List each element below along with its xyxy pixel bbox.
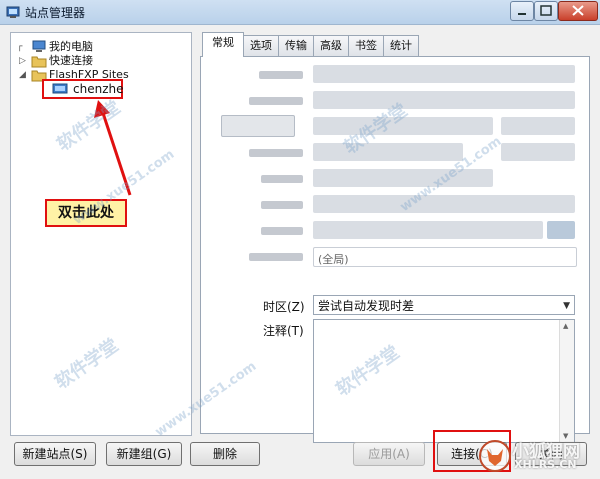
timezone-select[interactable]: 尝试自动发现时差 ▼ xyxy=(313,295,575,315)
obscured-label xyxy=(249,149,303,157)
dropdown-arrow-icon: ▼ xyxy=(563,301,570,311)
tab-options[interactable]: 选项 xyxy=(243,35,279,56)
obscured-label xyxy=(261,201,303,209)
partial-field-value: (全局) xyxy=(318,253,349,266)
tab-advanced[interactable]: 高级 xyxy=(313,35,349,56)
logo-subtitle: XHLRS.CN xyxy=(514,458,577,471)
tab-general[interactable]: 常规 xyxy=(202,32,244,57)
site-manager-window: 站点管理器 ┌ 我的电脑 ▷ 快速连接 ◢ FlashFXP Sites che… xyxy=(0,0,600,479)
tab-statistics[interactable]: 统计 xyxy=(383,35,419,56)
obscured-field xyxy=(313,65,575,83)
timezone-value: 尝试自动发现时差 xyxy=(318,299,415,313)
obscured-field xyxy=(313,91,575,109)
obscured-label xyxy=(249,253,303,261)
obscured-field xyxy=(501,117,575,135)
scroll-up-icon[interactable]: ▲ xyxy=(563,322,568,330)
obscured-label xyxy=(261,175,303,183)
obscured-field xyxy=(313,195,575,213)
tab-bar: 常规 选项 传输 高级 书签 统计 xyxy=(200,32,590,57)
corner-watermark-logo: 小狐狸网 XHLRS.CN xyxy=(478,436,596,476)
apply-button[interactable]: 应用(A) xyxy=(353,442,425,466)
obscured-label xyxy=(261,227,303,235)
tab-bookmarks[interactable]: 书签 xyxy=(348,35,384,56)
fox-logo-icon xyxy=(479,440,511,472)
obscured-button xyxy=(221,115,295,137)
new-group-button[interactable]: 新建组(G) xyxy=(106,442,182,466)
notes-label: 注释(T) xyxy=(263,324,304,338)
obscured-label xyxy=(259,71,303,79)
delete-button[interactable]: 删除 xyxy=(190,442,260,466)
general-tab-content: (全局) 时区(Z) 尝试自动发现时差 ▼ 注释(T) ▲ ▼ 软件学堂 www… xyxy=(200,56,590,443)
notes-scrollbar[interactable]: ▲ ▼ xyxy=(559,320,574,442)
obscured-label xyxy=(249,97,303,105)
partial-field[interactable]: (全局) xyxy=(313,247,577,267)
obscured-field xyxy=(313,221,543,239)
tab-transfer[interactable]: 传输 xyxy=(278,35,314,56)
obscured-button xyxy=(547,221,575,239)
site-properties-panel: 常规 选项 传输 高级 书签 统计 (全局) 时区(Z) 尝试自动发现时差 ▼ … xyxy=(200,32,590,443)
obscured-field xyxy=(501,143,575,161)
obscured-field xyxy=(313,143,463,161)
timezone-label: 时区(Z) xyxy=(263,300,305,314)
new-site-button[interactable]: 新建站点(S) xyxy=(14,442,96,466)
